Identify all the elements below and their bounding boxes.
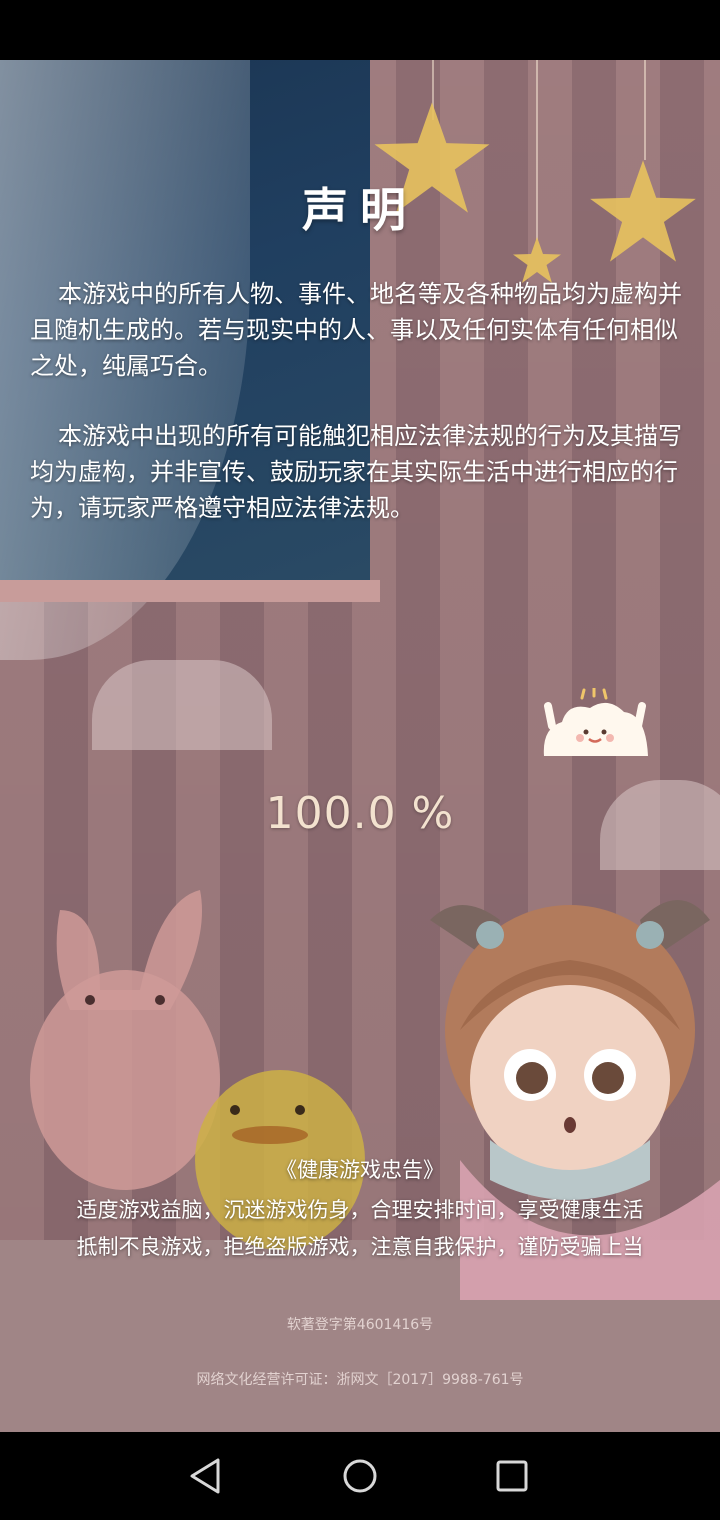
health-advice-title: 《健康游戏忠告》	[276, 1158, 444, 1182]
star-string	[644, 60, 646, 160]
loading-mascot-icon	[543, 688, 648, 756]
health-advice-line-1: 适度游戏益脑，沉迷游戏伤身，合理安排时间，享受健康生活	[76, 1198, 644, 1222]
disclaimer-paragraph-2: 本游戏中出现的所有可能触犯相应法律法规的行为及其描写均为虚构，并非宣传、鼓励玩家…	[30, 422, 682, 522]
software-copyright-text: 软著登字第4601416号	[286, 1317, 434, 1333]
disclaimer-title: 声明	[302, 183, 418, 237]
status-bar	[0, 0, 720, 60]
recents-icon[interactable]	[490, 1454, 534, 1498]
loading-progress-text: 100.0 %	[265, 788, 455, 839]
back-icon[interactable]	[184, 1454, 228, 1498]
health-advice-line-2: 抵制不良游戏，拒绝盗版游戏，注意自我保护，谨防受骗上当	[76, 1235, 644, 1259]
wall-cloud	[92, 660, 272, 750]
home-icon[interactable]	[338, 1454, 382, 1498]
disclaimer-paragraph-1: 本游戏中的所有人物、事件、地名等及各种物品均为虚构并且随机生成的。若与现实中的人…	[30, 280, 682, 380]
system-nav-bar	[0, 1432, 720, 1520]
culture-license-text: 网络文化经营许可证：浙网文［2017］9988-761号	[196, 1372, 524, 1388]
window-sill	[0, 580, 380, 602]
